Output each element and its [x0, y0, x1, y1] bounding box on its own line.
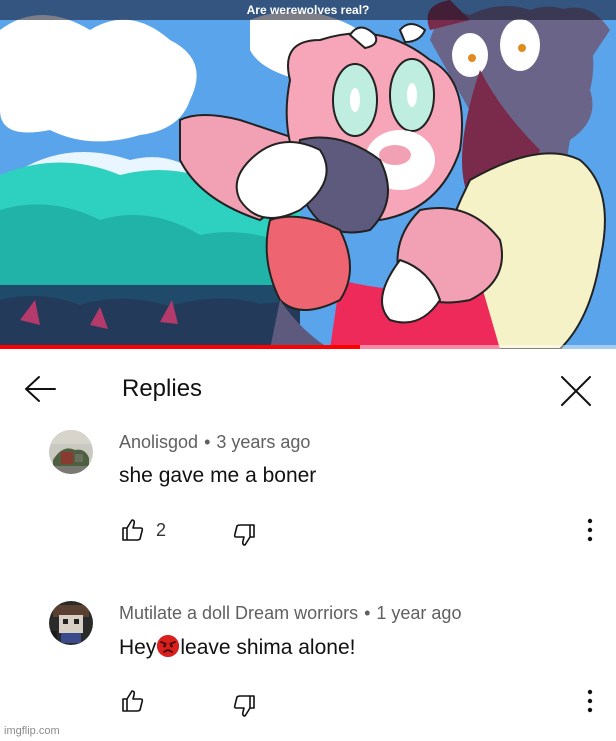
comment-time: 1 year ago [376, 603, 462, 623]
comment-text-before: Hey [119, 636, 157, 659]
meta-separator: • [364, 603, 371, 623]
thumbs-up-icon [122, 690, 144, 712]
comment-text: she gave me a boner [119, 464, 317, 487]
angry-face-icon [157, 635, 180, 657]
replies-title: Replies [122, 375, 203, 402]
avatar-image [49, 430, 93, 474]
arrow-left-icon [25, 376, 56, 402]
comment-author[interactable]: Anolisgod [119, 432, 198, 452]
comment-meta: Mutilate a doll Dream worriors • 1 year ag… [119, 603, 461, 624]
close-icon [561, 376, 591, 406]
more-options-button[interactable] [582, 517, 598, 543]
dislike-button[interactable] [232, 523, 256, 547]
video-player[interactable]: Are werewolves real? [0, 0, 616, 349]
meta-separator: • [204, 432, 211, 452]
like-count: 2 [156, 520, 167, 540]
close-button[interactable] [558, 373, 594, 409]
avatar[interactable] [49, 430, 93, 474]
like-button[interactable] [121, 689, 145, 713]
thumbs-down-icon [233, 524, 255, 546]
comment-time: 3 years ago [216, 432, 311, 452]
thumbs-up-icon [122, 519, 144, 541]
dislike-button[interactable] [232, 694, 256, 718]
replies-header: Replies [0, 349, 616, 419]
watermark: imgflip.com [4, 725, 60, 737]
thumbs-down-icon [233, 695, 255, 717]
comment-item: Anolisgod • 3 years ago she gave me a bone… [0, 419, 616, 559]
video-title: Are werewolves real? [0, 0, 616, 20]
video-frame [0, 0, 616, 349]
like-button[interactable] [121, 518, 145, 542]
angry-face-emoji [157, 635, 180, 657]
comment-meta: Anolisgod • 3 years ago [119, 432, 310, 453]
comment-text-after: leave shima alone! [180, 636, 356, 659]
avatar-image [49, 601, 93, 645]
avatar[interactable] [49, 601, 93, 645]
comment-author[interactable]: Mutilate a doll Dream worriors [119, 603, 358, 623]
back-button[interactable] [22, 373, 58, 405]
comment-text: Hey leave shima alone! [119, 635, 355, 660]
more-options-button[interactable] [582, 688, 598, 714]
comment-item: Mutilate a doll Dream worriors • 1 year ag… [0, 590, 616, 730]
more-vert-icon [587, 518, 593, 542]
more-vert-icon [587, 689, 593, 713]
